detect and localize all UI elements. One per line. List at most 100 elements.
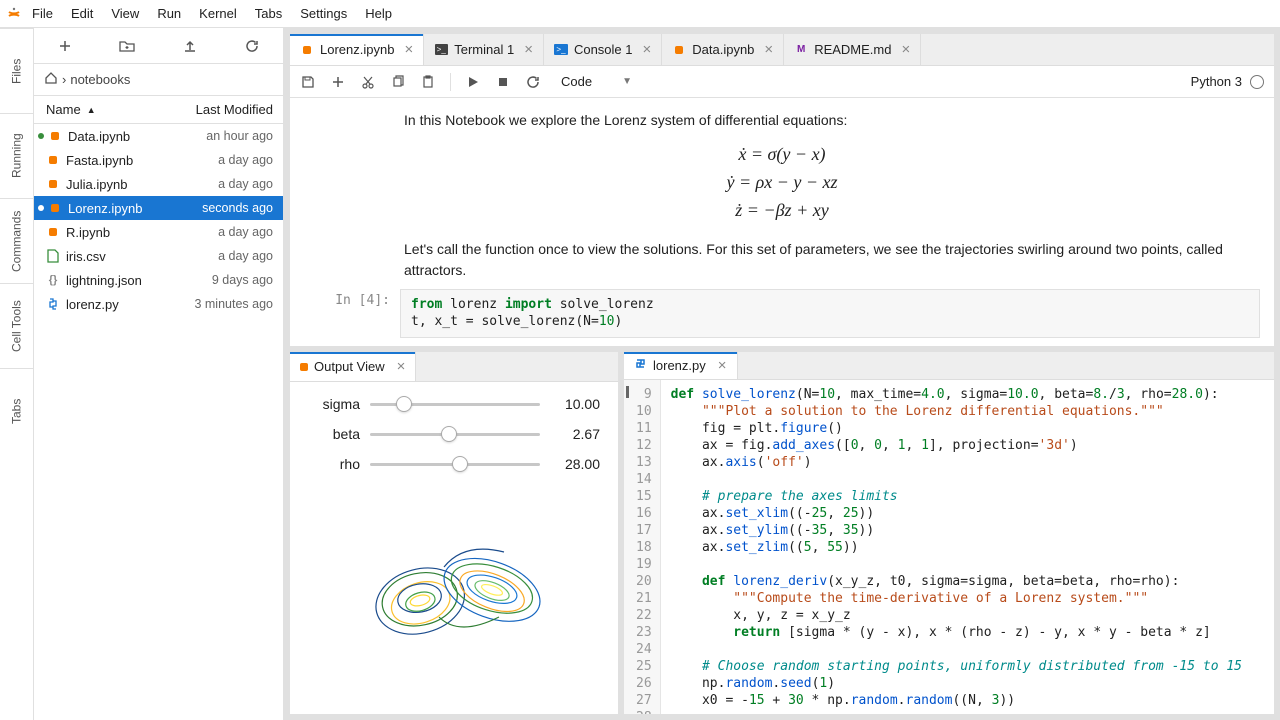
copy-icon[interactable] — [390, 74, 406, 90]
notebook-icon — [300, 359, 308, 374]
tab-icon: M — [794, 43, 808, 57]
file-row[interactable]: Fasta.ipynba day ago — [34, 148, 283, 172]
tab-label: lorenz.py — [653, 358, 706, 373]
menu-item-edit[interactable]: Edit — [71, 6, 93, 21]
breadcrumb[interactable]: › notebooks — [34, 64, 283, 96]
menu-item-kernel[interactable]: Kernel — [199, 6, 237, 21]
close-icon[interactable]: × — [397, 358, 406, 375]
upload-icon[interactable] — [182, 38, 198, 54]
file-row[interactable]: lorenz.py3 minutes ago — [34, 292, 283, 316]
menu-item-view[interactable]: View — [111, 6, 139, 21]
tab-output-view[interactable]: Output View × — [290, 352, 416, 381]
col-modified-label: Last Modified — [144, 102, 283, 117]
sidebar-tab-tabs[interactable]: Tabs — [0, 368, 33, 453]
paste-icon[interactable] — [420, 74, 436, 90]
menubar: File Edit View Run Kernel Tabs Settings Help — [0, 0, 1280, 28]
file-modified: 9 days ago — [212, 273, 273, 287]
tab-data-ipynb[interactable]: Data.ipynb × — [662, 34, 784, 65]
file-row[interactable]: Data.ipynban hour ago — [34, 124, 283, 148]
file-modified: seconds ago — [202, 201, 273, 215]
file-list-header[interactable]: Name▲ Last Modified — [34, 96, 283, 124]
sidebar-tab-files[interactable]: Files — [0, 28, 33, 113]
menu-item-file[interactable]: File — [32, 6, 53, 21]
file-name: Julia.ipynb — [66, 177, 218, 192]
code-editor[interactable]: 910111213141516171819202122232425262728 … — [624, 380, 1274, 714]
close-icon[interactable]: × — [718, 357, 727, 374]
lorenz-plot — [308, 492, 600, 672]
slider-thumb[interactable] — [452, 456, 468, 472]
run-icon[interactable] — [465, 74, 481, 90]
tab-console-1[interactable]: >_ Console 1 × — [544, 34, 662, 65]
code-content[interactable]: def solve_lorenz(N=10, max_time=4.0, sig… — [661, 380, 1252, 714]
close-icon[interactable]: × — [643, 41, 652, 58]
markdown-text: In this Notebook we explore the Lorenz s… — [404, 110, 1244, 131]
chevron-down-icon: ▼ — [622, 76, 632, 87]
equations: ẋ = σ(y − x) ẏ = ρx − y − xz ż = −βz + x… — [304, 141, 1260, 225]
new-folder-icon[interactable] — [119, 38, 135, 54]
close-icon[interactable]: × — [404, 41, 413, 58]
tab-label: README.md — [814, 42, 891, 57]
slider-track[interactable] — [370, 456, 540, 472]
menu-item-tabs[interactable]: Tabs — [255, 6, 282, 21]
notebook-body[interactable]: In this Notebook we explore the Lorenz s… — [290, 98, 1274, 346]
sidebar-tab-commands[interactable]: Commands — [0, 198, 33, 283]
file-row[interactable]: {}lightning.json9 days ago — [34, 268, 283, 292]
file-icon — [44, 298, 62, 310]
save-icon[interactable] — [300, 74, 316, 90]
menu-item-settings[interactable]: Settings — [300, 6, 347, 21]
file-name: Fasta.ipynb — [66, 153, 218, 168]
slider-sigma: sigma10.00 — [308, 396, 600, 412]
file-modified: an hour ago — [206, 129, 273, 143]
menu-item-help[interactable]: Help — [365, 6, 392, 21]
close-icon[interactable]: × — [764, 41, 773, 58]
file-name: lightning.json — [66, 273, 212, 288]
sidebar-tab-cell-tools[interactable]: Cell Tools — [0, 283, 33, 368]
file-row[interactable]: iris.csva day ago — [34, 244, 283, 268]
kernel-status-icon[interactable] — [1250, 75, 1264, 89]
file-icon — [44, 228, 62, 236]
tab-icon: >_ — [554, 43, 568, 57]
new-launcher-icon[interactable] — [57, 38, 73, 54]
tab-terminal-1[interactable]: >_Terminal 1× — [424, 34, 544, 65]
restart-icon[interactable] — [525, 74, 541, 90]
tab-lorenz-ipynb[interactable]: Lorenz.ipynb× — [290, 34, 424, 65]
close-icon[interactable]: × — [901, 41, 910, 58]
breadcrumb-folder[interactable]: notebooks — [70, 72, 130, 87]
file-row[interactable]: Lorenz.ipynbseconds ago — [34, 196, 283, 220]
slider-thumb[interactable] — [396, 396, 412, 412]
cell-type-select[interactable]: Code ▼ — [561, 74, 632, 89]
notebook-panel: Lorenz.ipynb×>_Terminal 1×>_Console 1×Da… — [284, 28, 1280, 346]
tab-label: Output View — [314, 359, 385, 374]
tab-label: Console 1 — [574, 42, 633, 57]
slider-label: rho — [308, 456, 360, 472]
close-icon[interactable]: × — [524, 41, 533, 58]
slider-value: 10.00 — [550, 396, 600, 412]
tab-lorenz-py[interactable]: lorenz.py × — [624, 352, 738, 379]
stop-icon[interactable] — [495, 74, 511, 90]
add-cell-icon[interactable] — [330, 74, 346, 90]
slider-thumb[interactable] — [441, 426, 457, 442]
slider-value: 28.00 — [550, 456, 600, 472]
refresh-icon[interactable] — [244, 38, 260, 54]
file-name: Data.ipynb — [68, 129, 206, 144]
work-area: Lorenz.ipynb×>_Terminal 1×>_Console 1×Da… — [284, 28, 1280, 720]
home-icon[interactable] — [44, 71, 58, 88]
code-cell[interactable]: In [4]: from lorenz import solve_lorenz … — [304, 289, 1260, 338]
tab-label: Terminal 1 — [454, 42, 514, 57]
kernel-name[interactable]: Python 3 — [1191, 74, 1242, 89]
tab-icon — [300, 43, 314, 57]
sidebar-tab-running[interactable]: Running — [0, 113, 33, 198]
file-name: R.ipynb — [66, 225, 218, 240]
menu-item-run[interactable]: Run — [157, 6, 181, 21]
slider-track[interactable] — [370, 426, 540, 442]
file-list: Data.ipynban hour agoFasta.ipynba day ag… — [34, 124, 283, 720]
cut-icon[interactable] — [360, 74, 376, 90]
slider-value: 2.67 — [550, 426, 600, 442]
file-row[interactable]: R.ipynba day ago — [34, 220, 283, 244]
code-input[interactable]: from lorenz import solve_lorenz t, x_t =… — [400, 289, 1260, 338]
slider-track[interactable] — [370, 396, 540, 412]
tab-readme-md[interactable]: M README.md × — [784, 34, 921, 65]
file-row[interactable]: Julia.ipynba day ago — [34, 172, 283, 196]
markdown-text: Let's call the function once to view the… — [404, 239, 1244, 281]
tab-label: Data.ipynb — [692, 42, 754, 57]
